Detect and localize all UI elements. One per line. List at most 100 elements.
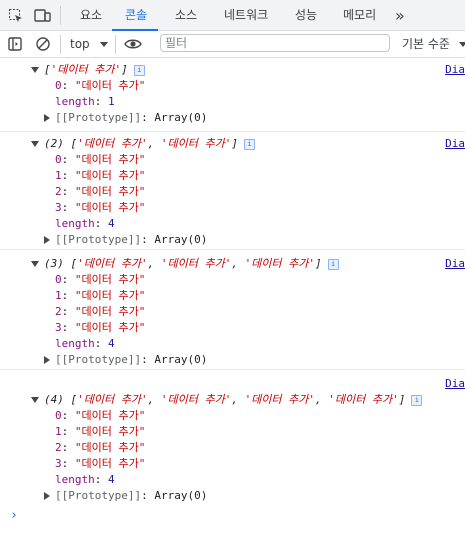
array-summary[interactable]: (4) ['데이터 추가', '데이터 추가', '데이터 추가', '데이터 … xyxy=(44,392,423,408)
entry-value: "데이터 추가" xyxy=(74,409,146,422)
entry-value: "데이터 추가" xyxy=(74,441,146,454)
expand-triangle-icon[interactable] xyxy=(44,492,50,500)
summary-count: (2) xyxy=(44,137,64,150)
prototype-value: Array(0) xyxy=(154,111,208,124)
prototype-value: Array(0) xyxy=(154,233,208,246)
prototype-label: [[Prototype]] xyxy=(55,353,142,366)
prototype-label: [[Prototype]] xyxy=(55,111,142,124)
expand-triangle-icon[interactable] xyxy=(44,236,50,244)
entry-value: "데이터 추가" xyxy=(74,169,146,182)
expand-triangle-icon[interactable] xyxy=(44,114,50,122)
tab-network[interactable]: 네트워크 xyxy=(224,0,268,31)
summary-item: '데이터 추가' xyxy=(77,393,148,406)
prototype-entry[interactable]: [[Prototype]]: Array(0) xyxy=(55,110,207,126)
devtools-tabbar: 요소 콘솔 소스 네트워크 성능 메모리 » xyxy=(0,0,465,31)
summary-item: '데이터 추가' xyxy=(244,257,316,270)
info-icon[interactable]: i xyxy=(411,394,423,406)
array-entry: 2: "데이터 추가" xyxy=(55,441,146,454)
tab-elements[interactable]: 요소 xyxy=(80,0,102,31)
log-levels-dropdown[interactable]: 기본 수준 xyxy=(402,35,465,53)
device-toolbar-icon[interactable] xyxy=(33,6,53,26)
source-link[interactable]: Dia xyxy=(445,256,465,272)
console-toolbar: top 필터 기본 수준 xyxy=(0,31,465,58)
entry-value: "데이터 추가" xyxy=(74,201,146,214)
console-message: ['데이터 추가'] i Dia 0: "데이터 추가" length: 1 [[… xyxy=(0,62,465,132)
source-link[interactable]: Dia xyxy=(445,62,465,78)
array-entry: 2: "데이터 추가" xyxy=(55,305,146,318)
tab-sources[interactable]: 소스 xyxy=(175,0,197,31)
more-tabs-icon[interactable]: » xyxy=(395,0,405,31)
live-expression-eye-icon[interactable] xyxy=(123,34,143,54)
entry-value: "데이터 추가" xyxy=(74,321,146,334)
prototype-value: Array(0) xyxy=(154,353,208,366)
summary-item: '데이터 추가' xyxy=(77,137,148,150)
clear-console-icon[interactable] xyxy=(33,34,53,54)
expand-triangle-icon[interactable] xyxy=(44,356,50,364)
toolbar-divider xyxy=(60,6,61,25)
array-entry: 1: "데이터 추가" xyxy=(55,425,146,438)
prototype-entry[interactable]: [[Prototype]]: Array(0) xyxy=(55,488,207,504)
console-prompt[interactable]: › xyxy=(10,508,18,523)
entry-value: "데이터 추가" xyxy=(74,153,146,166)
toolbar-divider xyxy=(115,35,116,54)
info-icon[interactable]: i xyxy=(133,64,145,76)
array-entry: 0: "데이터 추가" xyxy=(55,409,146,422)
expand-triangle-icon[interactable] xyxy=(31,141,39,147)
array-summary[interactable]: ['데이터 추가'] i xyxy=(44,62,145,78)
entry-value: "데이터 추가" xyxy=(74,425,146,438)
entry-value: "데이터 추가" xyxy=(74,273,146,286)
length-entry: length: 4 xyxy=(55,473,115,486)
prototype-label: [[Prototype]] xyxy=(55,489,142,502)
context-selector-label: top xyxy=(70,37,90,51)
length-entry: length: 4 xyxy=(55,217,115,230)
source-link[interactable]: Dia xyxy=(445,136,465,152)
entry-value: "데이터 추가" xyxy=(74,185,146,198)
summary-item: '데이터 추가' xyxy=(50,63,122,76)
context-selector[interactable]: top xyxy=(70,35,108,53)
summary-count: (4) xyxy=(44,393,64,406)
info-icon[interactable]: i xyxy=(243,138,255,150)
length-key: length xyxy=(55,95,95,108)
info-icon[interactable]: i xyxy=(327,258,339,270)
console-message: (3) ['데이터 추가', '데이터 추가', '데이터 추가'] i Dia … xyxy=(0,256,465,370)
chevron-down-icon xyxy=(99,42,108,47)
array-entry: 1: "데이터 추가" xyxy=(55,289,146,302)
length-value: 4 xyxy=(108,217,115,230)
entry-value: "데이터 추가" xyxy=(74,79,146,92)
length-entry: length: 4 xyxy=(55,337,115,350)
tab-console[interactable]: 콘솔 xyxy=(125,0,147,31)
tab-memory[interactable]: 메모리 xyxy=(343,0,376,31)
length-key: length xyxy=(55,473,95,486)
array-entry: 0: "데이터 추가" xyxy=(55,79,146,92)
length-value: 4 xyxy=(108,473,115,486)
prototype-label: [[Prototype]] xyxy=(55,233,142,246)
expand-triangle-icon[interactable] xyxy=(31,261,39,267)
array-entry: 3: "데이터 추가" xyxy=(55,321,146,334)
sidebar-toggle-icon[interactable] xyxy=(5,34,25,54)
array-summary[interactable]: (2) ['데이터 추가', '데이터 추가'] i xyxy=(44,136,255,152)
console-message: Dia (4) ['데이터 추가', '데이터 추가', '데이터 추가', '… xyxy=(0,376,465,506)
tab-performance[interactable]: 성능 xyxy=(295,0,317,31)
summary-item: '데이터 추가' xyxy=(328,393,399,406)
entry-value: "데이터 추가" xyxy=(74,305,146,318)
filter-input[interactable]: 필터 xyxy=(160,34,390,52)
prototype-entry[interactable]: [[Prototype]]: Array(0) xyxy=(55,232,207,248)
expand-triangle-icon[interactable] xyxy=(31,397,39,403)
summary-item: '데이터 추가' xyxy=(160,137,232,150)
array-summary[interactable]: (3) ['데이터 추가', '데이터 추가', '데이터 추가'] i xyxy=(44,256,339,272)
expand-triangle-icon[interactable] xyxy=(31,67,39,73)
chevron-down-icon xyxy=(458,42,465,47)
source-link[interactable]: Dia xyxy=(445,376,465,392)
prototype-value: Array(0) xyxy=(154,489,208,502)
inspect-element-icon[interactable] xyxy=(6,6,26,26)
summary-item: '데이터 추가' xyxy=(160,257,232,270)
summary-count: (3) xyxy=(44,257,64,270)
array-entry: 0: "데이터 추가" xyxy=(55,153,146,166)
entry-value: "데이터 추가" xyxy=(74,289,146,302)
array-entry: 3: "데이터 추가" xyxy=(55,201,146,214)
array-entry: 3: "데이터 추가" xyxy=(55,457,146,470)
prototype-entry[interactable]: [[Prototype]]: Array(0) xyxy=(55,352,207,368)
length-value: 4 xyxy=(108,337,115,350)
summary-item: '데이터 추가' xyxy=(77,257,148,270)
length-value: 1 xyxy=(108,95,115,108)
